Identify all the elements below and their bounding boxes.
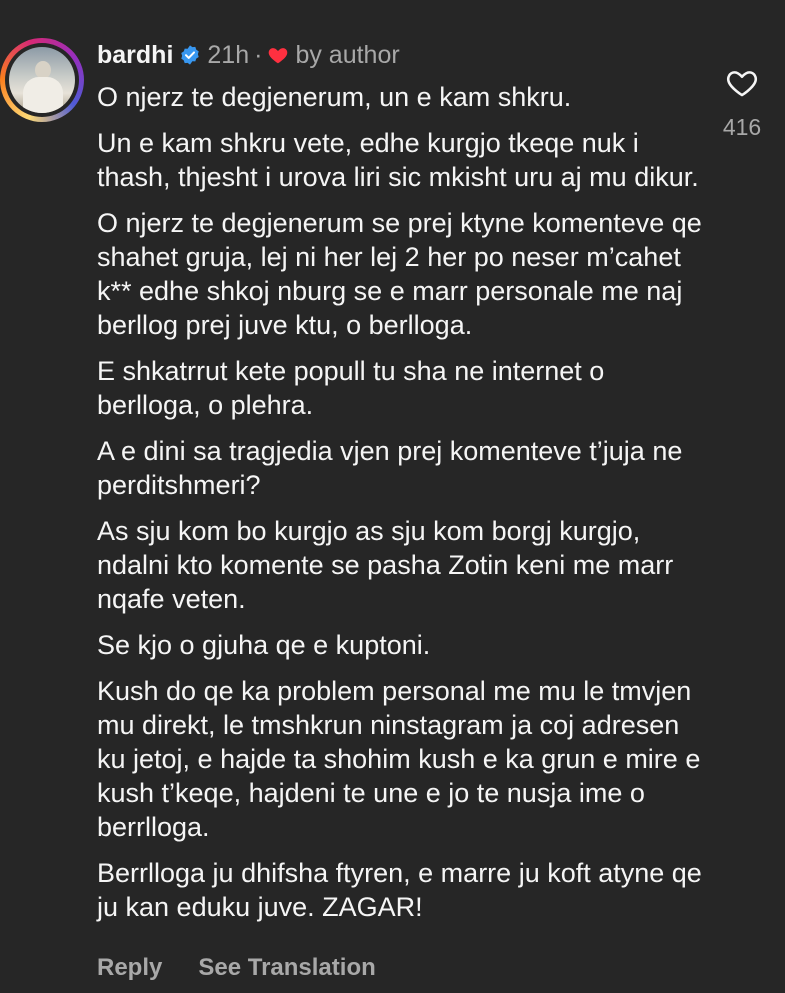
username[interactable]: bardhi xyxy=(97,41,173,70)
like-count: 416 xyxy=(722,114,762,140)
heart-filled-icon xyxy=(267,44,289,66)
comment: bardhi 21h · by author O njerz te degjen… xyxy=(0,0,785,993)
liked-by-author-label: by author xyxy=(295,40,400,69)
heart-outline-icon[interactable] xyxy=(724,66,760,100)
comment-paragraph: O njerz te degjenerum, un e kam shkru. xyxy=(97,82,572,112)
comment-paragraph: Un e kam shkru vete, edhe kurgjo tkeqe n… xyxy=(97,128,699,192)
comment-actions: Reply See Translation xyxy=(97,954,376,982)
comment-paragraph: E shkatrrut kete popull tu sha ne intern… xyxy=(97,356,605,420)
avatar-figure-body xyxy=(23,77,63,113)
comment-header: bardhi 21h · by author xyxy=(97,40,400,70)
reply-button[interactable]: Reply xyxy=(97,954,162,982)
avatar-gap xyxy=(5,43,79,117)
comment-paragraph: Se kjo o gjuha qe e kuptoni. xyxy=(97,630,431,660)
comment-paragraph: O njerz te degjenerum se prej ktyne kome… xyxy=(97,208,702,340)
verified-badge-icon xyxy=(179,44,201,66)
comment-paragraph: Berrlloga ju dhifsha ftyren, e marre ju … xyxy=(97,858,702,922)
like-column: 416 xyxy=(712,66,772,141)
avatar-image xyxy=(9,47,75,113)
comment-body: O njerz te degjenerum, un e kam shkru. U… xyxy=(97,80,707,936)
comment-paragraph: A e dini sa tragjedia vjen prej komentev… xyxy=(97,436,683,500)
avatar[interactable] xyxy=(0,38,84,122)
see-translation-button[interactable]: See Translation xyxy=(198,954,375,982)
comment-paragraph: As sju kom bo kurgjo as sju kom borgj ku… xyxy=(97,516,674,614)
comment-time: 21h xyxy=(207,40,250,69)
comment-paragraph: Kush do qe ka problem personal me mu le … xyxy=(97,676,701,842)
separator-dot: · xyxy=(254,40,263,69)
